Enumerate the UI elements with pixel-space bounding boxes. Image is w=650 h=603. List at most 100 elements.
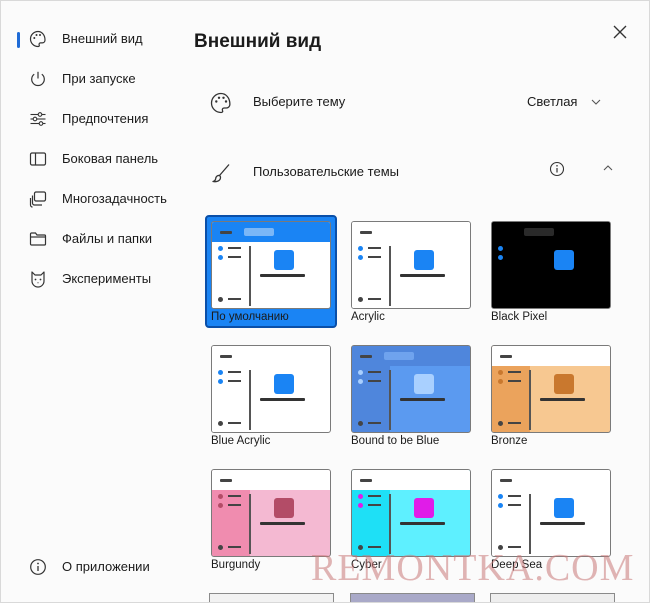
theme-name: Blue Acrylic	[211, 435, 271, 447]
preview-accent-square	[414, 250, 434, 270]
preview-accent-square	[554, 250, 574, 270]
theme-label: Выберите тему	[253, 94, 346, 109]
page-title: Внешний вид	[194, 31, 322, 52]
sidebar-item-experiments[interactable]: Эксперименты	[1, 259, 181, 299]
preview-accent-square	[554, 374, 574, 394]
theme-preview	[351, 221, 471, 309]
preview-divider	[249, 494, 251, 554]
sidebar-item-appearance[interactable]: Внешний вид	[1, 19, 181, 59]
info-icon	[29, 558, 47, 576]
sidebar-item-label: Многозадачность	[62, 191, 167, 206]
preview-dot	[218, 494, 223, 499]
theme-name: По умолчанию	[211, 311, 289, 323]
preview-dot	[358, 370, 363, 375]
preview-line	[400, 274, 445, 277]
preview-dot	[218, 503, 223, 508]
preview-line	[508, 247, 521, 249]
custom-themes-label: Пользовательские темы	[253, 164, 399, 179]
preview-line	[368, 247, 381, 249]
theme-preview	[491, 345, 611, 433]
preview-divider	[249, 246, 251, 306]
folder-icon	[29, 230, 47, 248]
preview-dot	[498, 494, 503, 499]
theme-preview	[351, 345, 471, 433]
preview-line	[508, 504, 521, 506]
preview-line	[228, 247, 241, 249]
theme-card[interactable]: Black Pixel	[491, 221, 623, 339]
preview-line	[228, 380, 241, 382]
preview-dot	[358, 297, 363, 302]
theme-preview	[351, 469, 471, 557]
theme-setting-row: Выберите тему Светлая	[197, 77, 627, 127]
preview-line	[500, 231, 512, 234]
sidebar-item-startup[interactable]: При запуске	[1, 59, 181, 99]
preview-line	[220, 231, 232, 234]
preview-line	[508, 495, 521, 497]
preview-dot	[218, 255, 223, 260]
preview-line	[260, 522, 305, 525]
preview-divider	[529, 494, 531, 554]
brush-icon	[209, 161, 233, 185]
theme-card[interactable]: Blue Acrylic	[211, 345, 343, 463]
preview-line	[360, 479, 372, 482]
preview-line	[228, 546, 241, 548]
sidebar-item-label: Эксперименты	[62, 271, 152, 286]
preview-line	[220, 479, 232, 482]
sidebar-item-multitasking[interactable]: Многозадачность	[1, 179, 181, 219]
preview-divider	[249, 370, 251, 430]
theme-name: Acrylic	[351, 311, 385, 323]
sidebar-panel-icon	[29, 150, 47, 168]
theme-preview	[491, 469, 611, 557]
watermark: REMONTKA.COM	[311, 547, 635, 589]
sidebar-item-files[interactable]: Файлы и папки	[1, 219, 181, 259]
active-indicator	[17, 32, 20, 48]
preview-dot	[358, 255, 363, 260]
preview-dot	[358, 421, 363, 426]
preview-line	[368, 256, 381, 258]
theme-card[interactable]: Bound to be Blue	[351, 345, 483, 463]
preview-line	[540, 398, 585, 401]
chevron-up-icon[interactable]	[603, 164, 613, 172]
preview-tab	[244, 228, 274, 236]
preview-dot	[218, 246, 223, 251]
preview-line	[540, 522, 585, 525]
theme-preview	[491, 221, 611, 309]
preview-line	[228, 504, 241, 506]
preview-divider	[389, 494, 391, 554]
preview-line	[400, 522, 445, 525]
preview-line	[508, 298, 521, 300]
preview-accent-square	[414, 374, 434, 394]
theme-name: Bronze	[491, 435, 528, 447]
theme-preview	[211, 469, 331, 557]
custom-themes-row[interactable]: Пользовательские темы	[197, 147, 627, 197]
info-icon[interactable]	[549, 161, 565, 177]
preview-dot	[498, 370, 503, 375]
preview-dot	[358, 246, 363, 251]
sidebar-item-label: При запуске	[62, 71, 136, 86]
close-button[interactable]	[609, 21, 631, 43]
theme-card[interactable]: Acrylic	[351, 221, 483, 339]
preview-line	[368, 380, 381, 382]
chevron-down-icon	[592, 99, 601, 105]
preview-divider	[389, 370, 391, 430]
preview-line	[508, 380, 521, 382]
theme-preview	[211, 221, 331, 309]
theme-card[interactable]: По умолчанию	[205, 215, 343, 339]
preview-tab	[384, 352, 414, 360]
theme-card-partial	[350, 593, 475, 602]
theme-name: Black Pixel	[491, 311, 548, 323]
theme-card[interactable]: Bronze	[491, 345, 623, 463]
sidebar-item-preferences[interactable]: Предпочтения	[1, 99, 181, 139]
preview-line	[360, 231, 372, 234]
sidebar-item-about[interactable]: О приложении	[1, 547, 181, 587]
preview-dot	[218, 421, 223, 426]
preview-divider	[389, 246, 391, 306]
theme-dropdown-value: Светлая	[527, 94, 578, 109]
theme-card-partial	[209, 593, 334, 602]
theme-dropdown[interactable]: Светлая	[527, 94, 601, 109]
preview-accent-square	[554, 498, 574, 518]
sidebar-item-sidebar[interactable]: Боковая панель	[1, 139, 181, 179]
preview-dot	[358, 494, 363, 499]
preview-line	[228, 371, 241, 373]
palette-icon	[29, 30, 47, 48]
